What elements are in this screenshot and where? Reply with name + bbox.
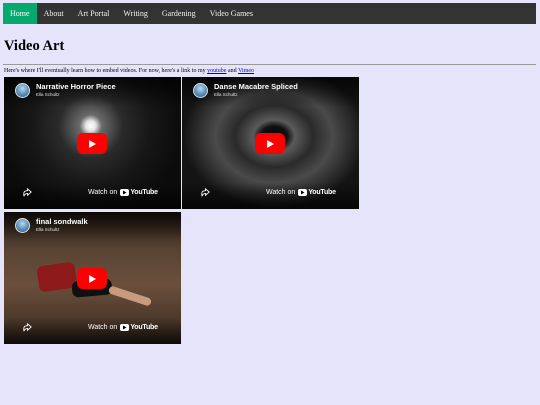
watch-label: Watch on (88, 189, 118, 196)
intro-text: Here's where I'll eventually learn how t… (4, 68, 254, 74)
play-icon (89, 139, 96, 148)
page-title: Video Art (4, 38, 65, 54)
watch-label: Watch on (88, 324, 118, 331)
youtube-logo-text: YouTube (130, 189, 158, 196)
video-channel[interactable]: Ella Schultz (36, 227, 60, 232)
watch-label: Watch on (266, 189, 296, 196)
top-gradient (4, 212, 181, 242)
nav-item-writing[interactable]: Writing (116, 3, 155, 24)
play-button[interactable] (77, 268, 107, 289)
video-embed-final-sondwalk[interactable]: final sondwalk Ella Schultz Watch on You… (4, 212, 181, 344)
video-title[interactable]: Danse Macabre Spliced (214, 82, 298, 91)
vimeo-link[interactable]: Vimeo (238, 68, 254, 74)
youtube-logo-icon: YouTube (298, 189, 336, 196)
play-icon (267, 139, 274, 148)
divider (3, 64, 536, 65)
play-button[interactable] (77, 133, 107, 154)
nav-item-home[interactable]: Home (3, 3, 37, 24)
youtube-logo-icon: YouTube (120, 324, 158, 331)
channel-avatar[interactable] (15, 83, 30, 98)
share-icon[interactable] (22, 322, 33, 333)
nav-item-video-games[interactable]: Video Games (203, 3, 260, 24)
channel-avatar[interactable] (15, 218, 30, 233)
nav-item-gardening[interactable]: Gardening (155, 3, 203, 24)
video-embed-narrative-horror[interactable]: Narrative Horror Piece Ella Schultz Watc… (4, 77, 181, 209)
share-icon[interactable] (200, 187, 211, 198)
youtube-link[interactable]: youtube (207, 68, 226, 74)
watch-on-youtube[interactable]: Watch on YouTube (88, 189, 158, 196)
thumbnail-figure-leg (107, 285, 153, 307)
nav-item-art-portal[interactable]: Art Portal (71, 3, 117, 24)
youtube-logo-icon: YouTube (120, 189, 158, 196)
watch-on-youtube[interactable]: Watch on YouTube (88, 324, 158, 331)
intro-and: and (227, 68, 237, 74)
play-button[interactable] (255, 133, 285, 154)
intro-sentence: Here's where I'll eventually learn how t… (4, 68, 206, 74)
channel-avatar[interactable] (193, 83, 208, 98)
watch-on-youtube[interactable]: Watch on YouTube (266, 189, 336, 196)
youtube-logo-text: YouTube (308, 189, 336, 196)
video-title[interactable]: Narrative Horror Piece (36, 82, 116, 91)
video-embed-danse-macabre[interactable]: Danse Macabre Spliced Ella Schultz Watch… (182, 77, 359, 209)
video-channel[interactable]: Ella Schultz (36, 92, 60, 97)
video-channel[interactable]: Ella Schultz (214, 92, 238, 97)
play-icon (89, 274, 96, 283)
top-navigation: Home About Art Portal Writing Gardening … (3, 3, 536, 24)
nav-item-about[interactable]: About (37, 3, 71, 24)
video-title[interactable]: final sondwalk (36, 217, 88, 226)
share-icon[interactable] (22, 187, 33, 198)
youtube-logo-text: YouTube (130, 324, 158, 331)
